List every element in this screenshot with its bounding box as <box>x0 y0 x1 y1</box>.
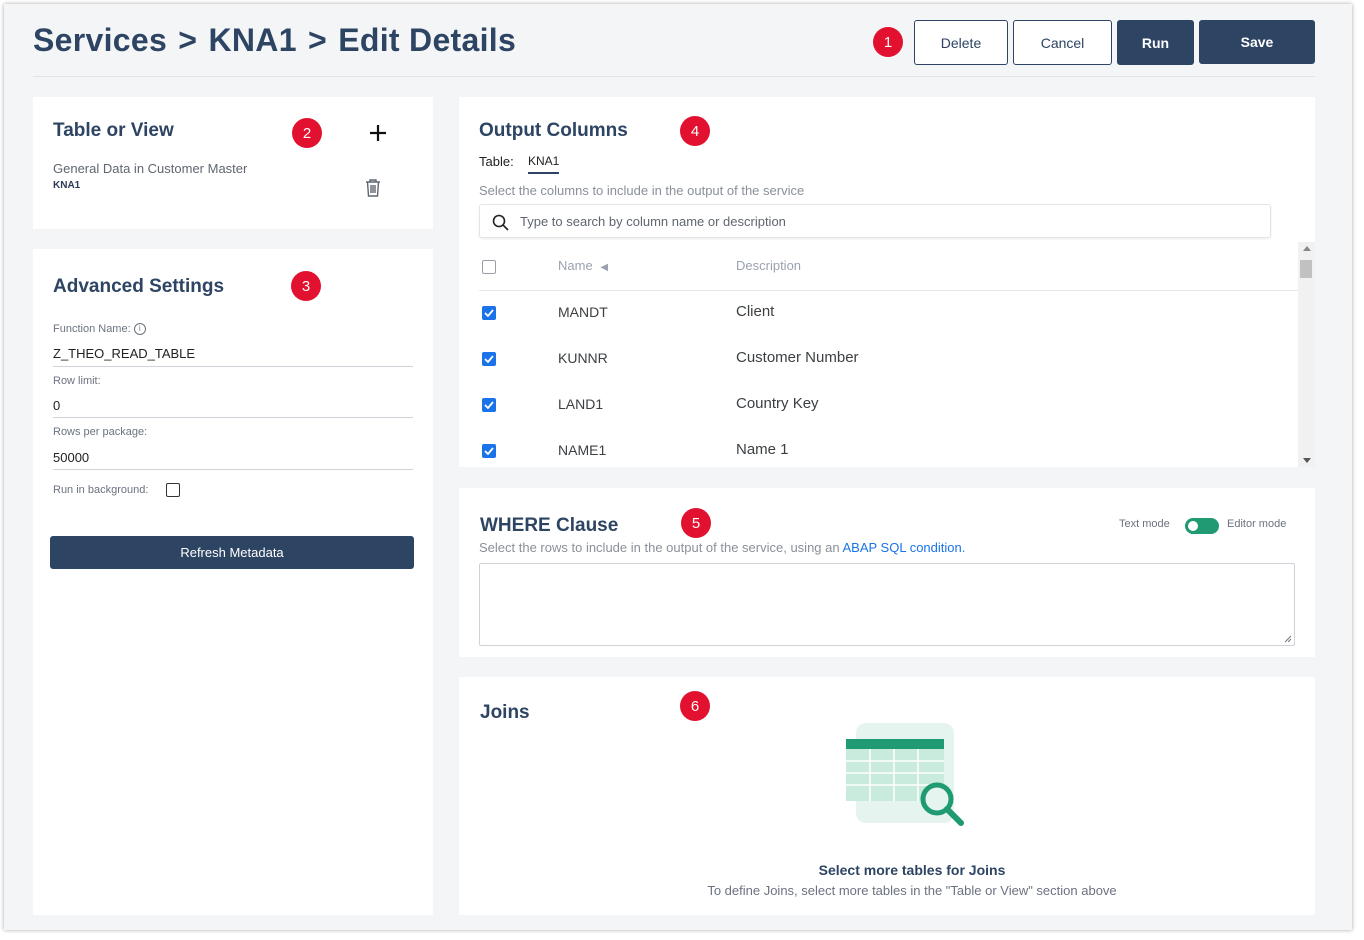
page-title: Services > KNA1 > Edit Details <box>33 22 516 59</box>
table-or-view-card: Table or View 2 General Data in Customer… <box>33 97 433 229</box>
row-limit-input[interactable]: 0 <box>53 398 60 413</box>
breadcrumb-services[interactable]: Services <box>33 22 167 58</box>
row-description: Customer Number <box>736 349 859 366</box>
row-checkbox[interactable] <box>482 398 496 412</box>
row-description: Name 1 <box>736 441 789 458</box>
select-all-checkbox[interactable] <box>482 260 496 274</box>
breadcrumb-edit-details: Edit Details <box>338 22 517 58</box>
breadcrumb-separator: > <box>178 22 198 58</box>
resize-handle-icon[interactable] <box>1284 635 1292 643</box>
rows-per-package-input[interactable]: 50000 <box>53 450 89 465</box>
header-divider <box>33 76 1315 77</box>
where-hint-text: Select the rows to include in the output… <box>479 540 843 555</box>
row-name: LAND1 <box>558 396 604 412</box>
output-columns-hint: Select the columns to include in the out… <box>479 183 805 198</box>
column-search-input[interactable]: Type to search by column name or descrip… <box>479 204 1271 238</box>
joins-empty-title: Select more tables for Joins <box>818 862 1006 878</box>
check-icon <box>484 309 494 317</box>
scroll-up-icon[interactable] <box>1303 246 1311 251</box>
search-placeholder: Type to search by column name or descrip… <box>520 214 786 229</box>
check-icon <box>484 447 494 455</box>
joins-empty-text: To define Joins, select more tables in t… <box>707 883 1117 898</box>
toggle-knob <box>1188 521 1198 531</box>
joins-title: Joins <box>480 702 530 723</box>
cancel-button[interactable]: Cancel <box>1013 20 1112 65</box>
run-in-background-label: Run in background: <box>53 484 149 496</box>
output-columns-title: Output Columns <box>479 120 628 141</box>
mode-toggle[interactable] <box>1185 518 1219 534</box>
row-description: Country Key <box>736 395 819 412</box>
breadcrumb-separator: > <box>308 22 328 58</box>
table-search-icon <box>846 723 964 826</box>
columns-scrollbar[interactable] <box>1298 242 1315 467</box>
name-header-label: Name <box>558 258 593 273</box>
advanced-settings-card: Advanced Settings 3 Function Name: i Z_T… <box>33 249 433 915</box>
function-name-input[interactable]: Z_THEO_READ_TABLE <box>53 346 195 361</box>
app-frame: Services > KNA1 > Edit Details 1 Delete … <box>4 4 1352 930</box>
function-name-label-text: Function Name: <box>53 323 131 335</box>
scroll-down-icon[interactable] <box>1303 458 1311 463</box>
where-clause-textarea[interactable] <box>479 563 1295 646</box>
plus-icon[interactable] <box>366 121 390 145</box>
editor-mode-label: Editor mode <box>1227 518 1287 530</box>
abap-sql-link[interactable]: ABAP SQL condition. <box>843 540 966 555</box>
where-clause-hint: Select the rows to include in the output… <box>479 540 965 555</box>
row-description: Client <box>736 303 775 320</box>
function-name-label: Function Name: i <box>53 323 146 336</box>
row-name: KUNNR <box>558 350 608 366</box>
search-icon <box>492 214 509 231</box>
check-icon <box>484 355 494 363</box>
callout-badge-5: 5 <box>681 508 711 538</box>
breadcrumb-kna1[interactable]: KNA1 <box>208 22 296 58</box>
header-divider <box>479 290 1299 291</box>
description-column-header[interactable]: Description <box>736 258 801 273</box>
check-icon <box>484 401 494 409</box>
row-checkbox[interactable] <box>482 444 496 458</box>
callout-badge-1: 1 <box>873 27 903 57</box>
function-name-underline <box>53 366 413 367</box>
rows-per-package-underline <box>53 469 413 470</box>
callout-badge-3: 3 <box>291 271 321 301</box>
run-button[interactable]: Run <box>1117 20 1194 65</box>
row-checkbox[interactable] <box>482 352 496 366</box>
scrollbar-thumb[interactable] <box>1300 260 1312 278</box>
where-clause-title: WHERE Clause <box>480 515 619 536</box>
callout-badge-4: 4 <box>680 116 710 146</box>
name-column-header[interactable]: Name ◀ <box>558 258 608 273</box>
callout-badge-6: 6 <box>680 691 710 721</box>
where-clause-card: WHERE Clause 5 Text mode Editor mode Sel… <box>459 488 1315 657</box>
row-limit-underline <box>53 417 413 418</box>
table-label: Table: <box>479 154 514 169</box>
advanced-settings-title: Advanced Settings <box>53 276 225 297</box>
table-or-view-title: Table or View <box>53 120 174 141</box>
output-columns-card: Output Columns 4 Table: KNA1 Select the … <box>459 97 1315 467</box>
delete-button[interactable]: Delete <box>914 20 1008 65</box>
trash-icon[interactable] <box>364 178 382 198</box>
row-name: NAME1 <box>558 442 607 458</box>
run-in-background-checkbox[interactable] <box>166 483 180 497</box>
tab-kna1[interactable]: KNA1 <box>528 154 560 174</box>
rows-per-package-label: Rows per package: <box>53 426 148 438</box>
callout-badge-2: 2 <box>292 118 322 148</box>
text-mode-label: Text mode <box>1119 518 1170 530</box>
info-icon: i <box>133 323 146 336</box>
joins-card: Joins 6 Select more tables for Joins To … <box>459 677 1315 915</box>
row-name: MANDT <box>558 304 608 320</box>
refresh-metadata-button[interactable]: Refresh Metadata <box>50 536 414 569</box>
save-button[interactable]: Save <box>1199 20 1315 64</box>
table-name[interactable]: KNA1 <box>53 180 80 191</box>
row-limit-label: Row limit: <box>53 375 101 387</box>
sort-arrow-icon: ◀ <box>600 262 609 273</box>
table-description[interactable]: General Data in Customer Master <box>53 161 247 176</box>
row-checkbox[interactable] <box>482 306 496 320</box>
